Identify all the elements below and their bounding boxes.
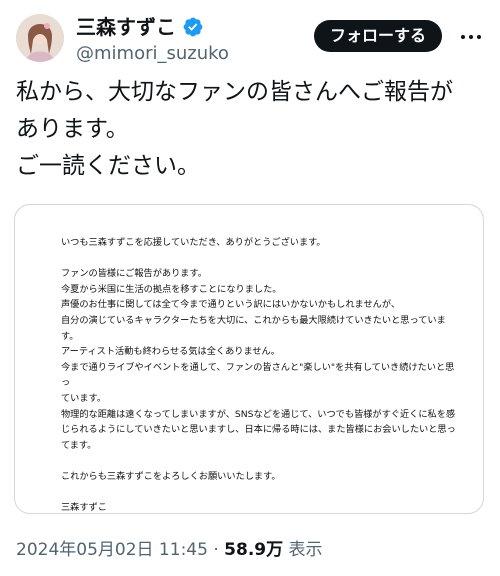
author-block: 三森すずこ @mimori_suzuko (76, 14, 229, 66)
letter-signature: 三森すずこ (61, 502, 107, 514)
letter-line: 物理的な距離は遠くなってしまいますが、SNSなどを通じて、いつでも皆様がすぐ近く… (61, 408, 456, 420)
more-dots-icon[interactable] (458, 24, 484, 50)
letter-line: 今夏から米国に生活の拠点を移すことになりました。 (61, 283, 282, 295)
profile-photo-icon (16, 14, 64, 62)
letter-line: てます。 (61, 439, 97, 451)
letter-spacer (61, 485, 461, 501)
meta-separator: · (207, 540, 225, 560)
tweet-meta: 2024年05月02日 11:45 · 58.9万 表示 (16, 538, 323, 562)
user-handle[interactable]: @mimori_suzuko (76, 42, 229, 66)
views-label: 表示 (283, 540, 323, 560)
letter-greeting: いつも三森すずこを応援していただき、ありがとうございます。 (61, 237, 326, 248)
letter-closing: これからも三森すずこをよろしくお願いいたします。 (61, 470, 281, 482)
letter-line: アーティスト活動も終わらせる気は全くありません。 (61, 346, 280, 358)
letter-line: ファンの皆様にご報告があります。 (61, 268, 207, 280)
tweet-timestamp[interactable]: 2024年05月02日 11:45 (16, 540, 208, 560)
letter-spacer (61, 453, 461, 469)
tweet-text: 私から、大切なファンの皆さんへご報告が あります。 ご一読ください。 (16, 79, 453, 179)
announcement-letter: いつも三森すずこを応援していただき、ありがとうございます。 ファンの皆様にご報告… (61, 235, 461, 514)
letter-line: 自分の演じているキャラクターたちを大切に、これからも最大限続けていきたいと思って… (61, 314, 446, 326)
follow-button[interactable]: フォローする (313, 20, 442, 52)
letter-line: 今まで通りライブやイベントを通して、ファンの皆さんと"楽しい"を共有していき続け… (61, 361, 455, 389)
views-count: 58.9万 (224, 540, 284, 560)
letter-line: じられるようにしていきたいと思いますし、日本に帰る時には、また皆様にお会いしたい… (61, 424, 456, 436)
tweet-header: 三森すずこ @mimori_suzuko フォローする (16, 12, 484, 68)
letter-line: す。 (61, 330, 79, 342)
display-name-row: 三森すずこ (76, 14, 229, 40)
display-name[interactable]: 三森すずこ (76, 14, 176, 40)
avatar[interactable] (16, 14, 64, 62)
verified-badge-icon[interactable] (182, 16, 204, 38)
letter-line: 声優のお仕事に関しては全て今まで通りという訳にはいかないかもしれませんが、 (61, 299, 401, 311)
letter-spacer (61, 251, 461, 267)
attached-image[interactable]: いつも三森すずこを応援していただき、ありがとうございます。 ファンの皆様にご報告… (14, 204, 484, 514)
letter-line: ています。 (61, 392, 107, 404)
